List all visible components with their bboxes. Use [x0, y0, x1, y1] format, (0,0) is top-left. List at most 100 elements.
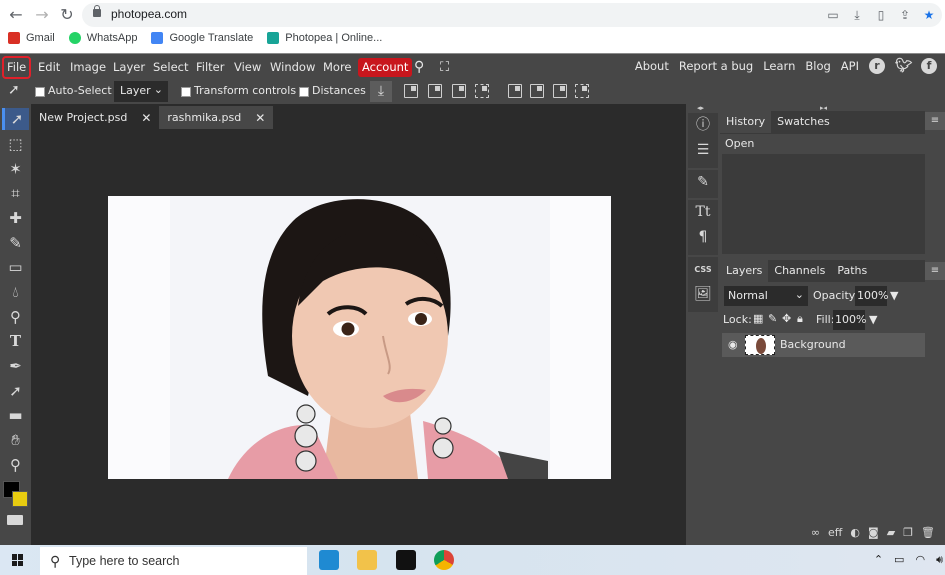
menu-layer[interactable]: Layer: [110, 58, 148, 77]
align-middle-icon[interactable]: [530, 84, 544, 98]
trash-icon[interactable]: 🗑︎: [921, 526, 935, 539]
image-icon[interactable]: 🖼︎: [688, 282, 718, 307]
lock-move-icon[interactable]: ✥: [782, 312, 791, 325]
magic-wand-tool[interactable]: ✶: [2, 158, 29, 180]
menu-image[interactable]: Image: [67, 58, 109, 77]
learn-link[interactable]: Learn: [763, 59, 795, 73]
keyboard-icon[interactable]: [7, 515, 23, 525]
image-canvas[interactable]: [108, 196, 611, 479]
distribute-vertical-icon[interactable]: [575, 84, 589, 98]
chrome-icon[interactable]: [434, 550, 454, 570]
tab-swatches[interactable]: Swatches: [771, 111, 836, 133]
menu-window[interactable]: Window: [267, 58, 318, 77]
pen-tool[interactable]: ✒: [2, 355, 29, 377]
align-top-icon[interactable]: [508, 84, 522, 98]
back-icon[interactable]: ←: [6, 5, 26, 25]
lock-all-icon[interactable]: 🔒︎: [797, 312, 803, 326]
reload-icon[interactable]: ↻: [57, 5, 77, 25]
blur-tool[interactable]: 💧︎: [2, 281, 29, 303]
align-right-icon[interactable]: [452, 84, 466, 98]
menu-more[interactable]: More: [320, 58, 355, 77]
paragraph-icon[interactable]: ¶: [688, 225, 718, 250]
gradient-tool[interactable]: ▭: [2, 256, 29, 278]
distribute-horizontal-icon[interactable]: [475, 84, 489, 98]
zoom-tool[interactable]: ⚲: [2, 454, 29, 476]
opacity-field[interactable]: 100%: [855, 286, 888, 306]
windows-start-icon[interactable]: [12, 554, 24, 566]
bookmark-photopea[interactable]: Photopea | Online...: [267, 32, 382, 44]
adjustment-icon[interactable]: ◐: [850, 526, 860, 539]
type-tool[interactable]: T: [2, 330, 29, 352]
layer-item[interactable]: ◉ Background: [722, 333, 925, 357]
reddit-icon[interactable]: r: [869, 58, 885, 74]
menu-filter[interactable]: Filter: [193, 58, 227, 77]
blog-link[interactable]: Blog: [805, 59, 830, 73]
history-item[interactable]: Open: [722, 134, 925, 154]
volume-icon[interactable]: 🔊︎: [936, 553, 943, 567]
bookmark-star-icon[interactable]: ★: [922, 7, 936, 23]
battery-icon[interactable]: ▭: [894, 553, 904, 567]
tab-channels[interactable]: Channels: [768, 260, 831, 282]
layers-panel-menu-icon[interactable]: ≡: [925, 262, 945, 280]
vscode-icon[interactable]: [319, 550, 339, 570]
opacity-dropdown-icon[interactable]: ▼: [890, 289, 898, 302]
css-icon[interactable]: CSS: [688, 257, 718, 282]
terminal-icon[interactable]: [396, 550, 416, 570]
align-bottom-icon[interactable]: [553, 84, 567, 98]
link-layers-icon[interactable]: ∞: [811, 526, 820, 539]
facebook-icon[interactable]: f: [921, 58, 937, 74]
forward-icon[interactable]: →: [32, 5, 52, 25]
bookmark-whatsapp[interactable]: WhatsApp: [68, 32, 137, 44]
healing-tool[interactable]: ✚: [2, 207, 29, 229]
lock-paint-icon[interactable]: ✎: [768, 312, 777, 325]
tab-rashmika[interactable]: rashmika.psd ✕: [159, 106, 274, 129]
effects-icon[interactable]: eff: [828, 526, 842, 539]
bookmark-google-translate[interactable]: Google Translate: [151, 32, 253, 44]
target-select[interactable]: Layer ⌄: [114, 81, 168, 102]
api-link[interactable]: API: [841, 59, 859, 73]
new-layer-icon[interactable]: ❐: [903, 526, 913, 539]
crop-tool[interactable]: ⌗: [2, 182, 29, 204]
properties-icon[interactable]: ☰: [688, 138, 718, 163]
account-button[interactable]: Account: [358, 58, 413, 77]
align-center-icon[interactable]: [428, 84, 442, 98]
character-icon[interactable]: Tt: [688, 200, 718, 225]
distances-checkbox[interactable]: [299, 87, 309, 97]
install-icon[interactable]: ⤓: [850, 7, 864, 23]
tab-new-project[interactable]: New Project.psd ✕: [31, 106, 160, 129]
blend-mode-select[interactable]: Normal ⌄: [724, 286, 808, 306]
twitter-icon[interactable]: 🐦︎: [895, 58, 913, 74]
close-icon[interactable]: ✕: [141, 111, 151, 125]
about-link[interactable]: About: [635, 59, 669, 73]
fill-field[interactable]: 100%: [833, 310, 866, 330]
dodge-tool[interactable]: ⚲: [2, 306, 29, 328]
wifi-icon[interactable]: ◠: [915, 553, 925, 567]
hand-tool[interactable]: ✋︎: [2, 429, 29, 451]
address-bar[interactable]: photopea.com ▭ ⤓ ▯ ⇪ ★: [82, 3, 942, 27]
marquee-tool[interactable]: ⬚: [2, 133, 29, 155]
folder-icon[interactable]: ▰: [887, 526, 895, 539]
brush-tool[interactable]: ✎: [2, 232, 29, 254]
menu-view[interactable]: View: [231, 58, 264, 77]
fill-dropdown-icon[interactable]: ▼: [869, 313, 877, 326]
align-left-icon[interactable]: [404, 84, 418, 98]
menu-edit[interactable]: Edit: [35, 58, 63, 77]
fullscreen-icon[interactable]: ⛶: [437, 58, 452, 77]
background-color-swatch[interactable]: [12, 491, 28, 507]
history-panel-menu-icon[interactable]: ≡: [925, 112, 945, 130]
shape-tool[interactable]: ▬: [2, 404, 29, 426]
report-bug-link[interactable]: Report a bug: [679, 59, 753, 73]
page-icon[interactable]: ▯: [874, 7, 888, 23]
mask-icon[interactable]: ◙: [868, 526, 879, 539]
move-tool[interactable]: ➚: [2, 108, 29, 130]
clipboard-icon[interactable]: ▭: [826, 7, 840, 23]
tab-history[interactable]: History: [720, 111, 772, 133]
close-icon[interactable]: ✕: [255, 111, 265, 125]
eye-icon[interactable]: ◉: [728, 338, 738, 351]
transform-controls-checkbox[interactable]: [181, 87, 191, 97]
menu-file[interactable]: File: [1, 56, 32, 79]
url-text[interactable]: photopea.com: [111, 7, 187, 21]
auto-select-checkbox[interactable]: [35, 87, 45, 97]
tab-paths[interactable]: Paths: [831, 260, 873, 282]
lock-transparency-icon[interactable]: ▦: [753, 312, 763, 325]
